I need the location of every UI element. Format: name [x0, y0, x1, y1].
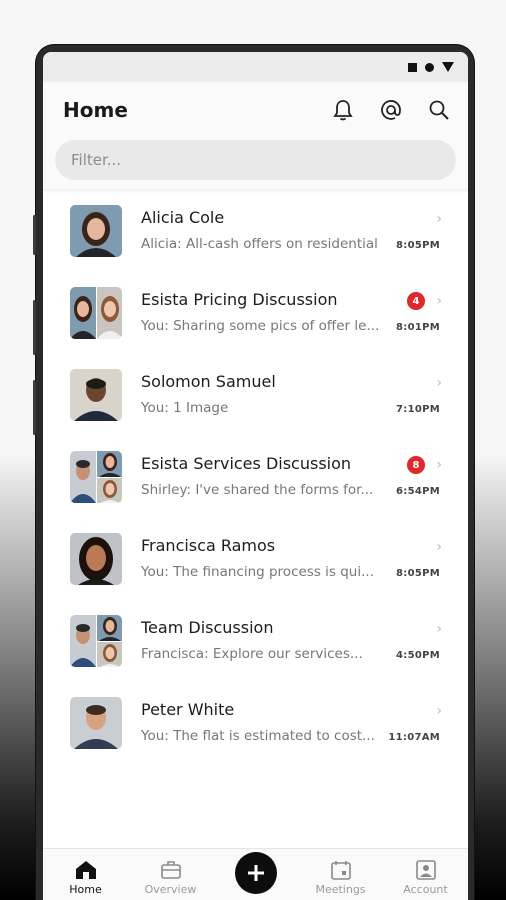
calendar-icon — [330, 861, 351, 880]
chevron-right-icon: › — [436, 457, 442, 473]
chevron-right-icon: › — [436, 293, 442, 309]
conversation-preview: Alicia: All-cash offers on residential — [141, 236, 378, 252]
add-button[interactable] — [234, 852, 277, 894]
conversation-item[interactable]: Team Discussion Francisca: Explore our s… — [43, 609, 468, 691]
plus-icon — [247, 865, 264, 881]
avatar — [70, 369, 122, 421]
conversation-time: 8:05PM — [396, 240, 440, 251]
conversation-name: Solomon Samuel — [141, 372, 276, 391]
chevron-right-icon: › — [436, 375, 442, 391]
conversation-time: 6:54PM — [396, 486, 440, 497]
nav-home[interactable]: Home — [51, 860, 121, 896]
chevron-right-icon: › — [436, 539, 442, 555]
nav-account-label: Account — [403, 883, 448, 896]
conversation-time: 11:07AM — [388, 732, 440, 743]
conversation-name: Francisca Ramos — [141, 536, 276, 555]
group-avatar — [70, 287, 122, 339]
conversation-name: Alicia Cole — [141, 208, 225, 227]
status-square-icon — [408, 62, 417, 72]
group-avatar — [70, 451, 122, 503]
conversation-name: Peter White — [141, 700, 235, 719]
filter-field[interactable] — [55, 140, 456, 180]
conversation-name: Esista Pricing Discussion — [141, 290, 338, 309]
status-bar — [43, 52, 468, 82]
nav-meetings[interactable]: Meetings — [306, 860, 376, 896]
briefcase-icon — [160, 861, 181, 879]
search-icon[interactable] — [428, 99, 450, 121]
filter-input[interactable] — [71, 151, 456, 169]
status-signal-icon — [442, 62, 454, 72]
conversation-time: 7:10PM — [396, 404, 440, 415]
conversation-time: 8:01PM — [396, 322, 440, 333]
conversation-time: 4:50PM — [396, 650, 440, 661]
avatar — [70, 697, 122, 749]
conversation-preview: You: The financing process is qui... — [141, 564, 374, 580]
avatar — [70, 205, 122, 257]
app-screen: Home Alicia Cole Alicia: All- — [43, 52, 468, 900]
nav-home-label: Home — [69, 883, 102, 896]
conversation-item[interactable]: Solomon Samuel You: 1 Image 7:10PM › — [43, 363, 468, 445]
conversation-name: Team Discussion — [141, 618, 274, 637]
conversation-preview: You: Sharing some pics of offer le... — [141, 318, 380, 334]
at-icon[interactable] — [380, 99, 402, 121]
phone-side-button — [33, 215, 36, 255]
phone-side-button — [33, 380, 36, 435]
nav-add[interactable] — [221, 852, 291, 896]
conversation-time: 8:05PM — [396, 568, 440, 579]
avatar — [70, 533, 122, 585]
conversation-item[interactable]: Esista Pricing Discussion You: Sharing s… — [43, 281, 468, 363]
chevron-right-icon: › — [436, 703, 442, 719]
conversation-item[interactable]: Peter White You: The flat is estimated t… — [43, 691, 468, 773]
status-circle-icon — [425, 62, 434, 72]
app-header: Home — [43, 82, 468, 189]
conversation-name: Esista Services Discussion — [141, 454, 352, 473]
nav-account[interactable]: Account — [391, 860, 461, 896]
chevron-right-icon: › — [436, 211, 442, 227]
group-avatar — [70, 615, 122, 667]
phone-side-button — [33, 300, 36, 355]
conversation-item[interactable]: Esista Services Discussion Shirley: I've… — [43, 445, 468, 527]
nav-meetings-label: Meetings — [315, 883, 366, 896]
bottom-navigation: Home Overview Meetings Account — [43, 848, 468, 900]
chevron-right-icon: › — [436, 621, 442, 637]
account-icon — [415, 860, 436, 880]
bell-icon[interactable] — [332, 99, 354, 121]
conversation-preview: You: 1 Image — [141, 400, 229, 416]
conversation-item[interactable]: Francisca Ramos You: The financing proce… — [43, 527, 468, 609]
conversation-preview: Francisca: Explore our services... — [141, 646, 363, 662]
conversation-item[interactable]: Alicia Cole Alicia: All-cash offers on r… — [43, 199, 468, 281]
conversation-preview: You: The flat is estimated to cost... — [141, 728, 375, 744]
conversation-list: Alicia Cole Alicia: All-cash offers on r… — [43, 189, 468, 773]
nav-overview-label: Overview — [144, 883, 197, 896]
conversation-preview: Shirley: I've shared the forms for... — [141, 482, 374, 498]
home-icon — [75, 861, 96, 879]
nav-overview[interactable]: Overview — [136, 860, 206, 896]
page-title: Home — [63, 98, 128, 122]
unread-badge: 8 — [407, 456, 425, 474]
unread-badge: 4 — [407, 292, 425, 310]
